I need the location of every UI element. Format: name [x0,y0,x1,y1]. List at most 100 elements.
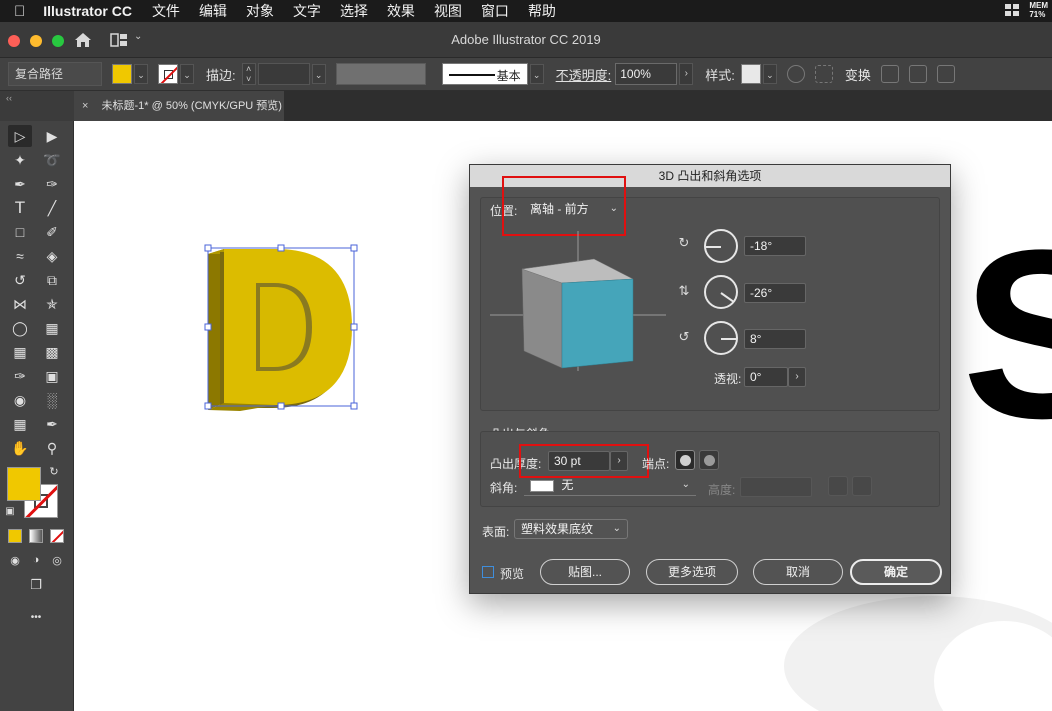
panel-options-icon[interactable] [936,65,955,83]
style-chevron-icon[interactable]: ⌄ [762,64,777,84]
column-graph-tool-icon[interactable]: ░ [40,389,64,411]
recolor-artwork-icon[interactable] [786,65,805,83]
menu-edit[interactable]: 编辑 [199,1,227,21]
stroke-weight-chevron-icon[interactable]: ⌄ [311,64,326,84]
curvature-tool-icon[interactable]: ✑ [40,173,64,195]
document-tab-title: 未标题-1* @ 50% (CMYK/GPU 预览) [101,100,282,112]
stroke-weight-stepper[interactable]: ˄ ˅ [241,63,256,85]
opacity-arrow-icon[interactable]: › [679,63,694,85]
mesh-tool-icon[interactable]: ▦ [8,341,32,363]
puppet-warp-tool-icon[interactable]: ✯ [40,293,64,315]
selection-tool-icon[interactable]: ▷ [8,125,32,147]
close-tab-icon[interactable]: × [82,100,88,112]
arrange-icon[interactable] [908,65,927,83]
perspective-slider-arrow-icon[interactable]: › [788,367,806,387]
apple-icon[interactable]:  [14,3,25,20]
shape-builder-tool-icon[interactable]: ◯ [8,317,32,339]
slice-tool-icon[interactable]: ✒ [40,413,64,435]
edit-toolbar-icon[interactable]: ••• [24,607,48,627]
extruded-letter-d[interactable] [208,249,352,411]
swap-fill-stroke-icon[interactable]: ↻ [46,463,62,479]
scale-tool-icon[interactable]: ⧉ [40,269,64,291]
stroke-swatch[interactable] [158,64,178,84]
opacity-input[interactable]: 100% [615,63,678,85]
style-label: 样式: [705,67,735,83]
menu-select[interactable]: 选择 [340,1,368,21]
graphic-style-swatch[interactable] [740,64,761,84]
menu-help[interactable]: 帮助 [528,1,556,21]
variable-width-profile[interactable] [335,63,426,85]
more-options-button[interactable]: 更多选项 [646,559,738,585]
rotation-x-input[interactable]: -18° [744,236,806,256]
rotation-y-input[interactable]: -26° [744,283,806,303]
draw-inside-icon[interactable]: ◎ [48,551,66,569]
rectangle-tool-icon[interactable]: □ [8,221,32,243]
magic-wand-tool-icon[interactable]: ✦ [8,149,32,171]
symbol-sprayer-tool-icon[interactable]: ◉ [8,389,32,411]
draw-normal-icon[interactable]: ◉ [6,551,24,569]
color-mode-icon[interactable] [8,529,22,543]
brush-label: 基本 [496,69,521,83]
rotate-tool-icon[interactable]: ↺ [8,269,32,291]
cap-on-button[interactable] [675,450,695,470]
rotation-z-dial[interactable] [704,321,738,355]
ok-button[interactable]: 确定 [850,559,942,585]
paintbrush-tool-icon[interactable]: ✐ [40,221,64,243]
rotation-z-input[interactable]: 8° [744,329,806,349]
brush-definition-dropdown[interactable]: 基本 [441,63,528,85]
transform-label[interactable]: 变换 [845,65,871,84]
menu-view[interactable]: 视图 [434,1,462,21]
cap-off-button[interactable] [699,450,719,470]
zoom-tool-icon[interactable]: ⚲ [40,437,64,459]
gradient-tool-icon[interactable]: ▩ [40,341,64,363]
width-tool-icon[interactable]: ⋈ [8,293,32,315]
menu-window[interactable]: 窗口 [481,1,509,21]
toolbar-collapse[interactable]: ‹‹ [0,91,74,121]
hand-tool-icon[interactable]: ✋ [8,437,32,459]
default-fill-stroke-icon[interactable]: ▣ [2,503,18,519]
direct-selection-tool-icon[interactable]: ▶ [40,125,64,147]
pen-tool-icon[interactable]: ✒ [8,173,32,195]
line-tool-icon[interactable]: ╱ [40,197,64,219]
fill-swatch[interactable] [112,64,132,84]
map-art-button[interactable]: 贴图... [540,559,630,585]
artboard-tool-icon[interactable]: ▦ [8,413,32,435]
type-tool-icon[interactable]: T [8,197,32,219]
lasso-tool-icon[interactable]: ➰ [40,149,64,171]
blend-tool-icon[interactable]: ▣ [40,365,64,387]
menu-file[interactable]: 文件 [152,1,180,21]
fill-color-box[interactable] [7,467,41,501]
eraser-tool-icon[interactable]: ◈ [40,245,64,267]
document-tab[interactable]: × 未标题-1* @ 50% (CMYK/GPU 预览) [74,91,284,121]
memory-status[interactable]: MEM 71% [1029,1,1048,19]
preview-checkbox[interactable] [482,566,494,578]
isolate-icon[interactable] [880,65,899,83]
surface-label: 表面: [482,525,510,539]
eyedropper-tool-icon[interactable]: ✑ [8,365,32,387]
menu-type[interactable]: 文字 [293,1,321,21]
menu-app-name[interactable]: Illustrator CC [43,3,132,19]
draw-behind-icon[interactable]: ◑ [27,551,45,569]
cancel-button[interactable]: 取消 [753,559,843,585]
gradient-mode-icon[interactable] [29,529,43,543]
perspective-input[interactable]: 0° [744,367,788,387]
brush-chevron-icon[interactable]: ⌄ [529,64,544,84]
bevel-dropdown[interactable]: 无 ⌄ [524,476,696,496]
stroke-weight-input[interactable] [257,63,310,85]
menu-object[interactable]: 对象 [246,1,274,21]
rotation-cube-track[interactable] [490,231,666,371]
stroke-dropdown-chevron-icon[interactable]: ⌄ [180,64,194,84]
rotation-y-dial[interactable] [704,275,738,309]
rotation-x-dial[interactable] [704,229,738,263]
grid-status-icon[interactable] [1005,4,1020,16]
shaper-tool-icon[interactable]: ≈ [8,245,32,267]
opacity-label[interactable]: 不透明度: [556,65,612,84]
canvas-letter-s[interactable]: S [962,200,1052,468]
none-mode-icon[interactable] [50,529,64,543]
surface-dropdown[interactable]: 塑料效果底纹 ⌄ [514,519,628,539]
menu-effect[interactable]: 效果 [387,1,415,21]
fill-dropdown-chevron-icon[interactable]: ⌄ [134,64,148,84]
align-options-icon[interactable] [814,65,833,83]
screen-mode-icon[interactable]: ❐ [24,575,48,595]
perspective-grid-tool-icon[interactable]: ▦ [40,317,64,339]
